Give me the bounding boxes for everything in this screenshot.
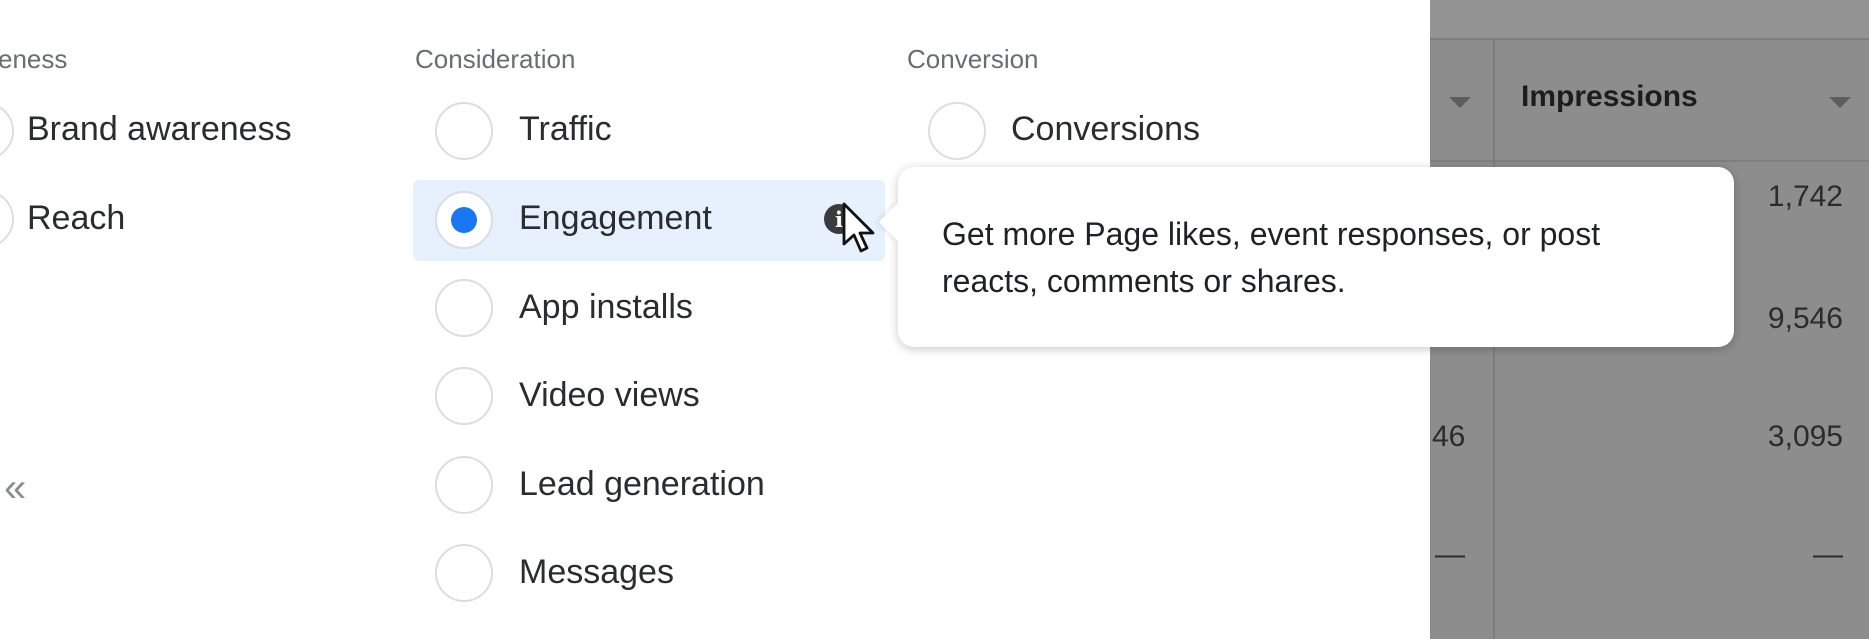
video-views-label[interactable]: Video views: [519, 376, 700, 415]
impressions-cell: 3,095: [1767, 420, 1843, 453]
awareness-category-title: eness: [0, 44, 68, 74]
engagement-radio[interactable]: [435, 191, 493, 249]
lead-generation-radio[interactable]: [435, 456, 493, 514]
consideration-category-title: Consideration: [415, 44, 576, 74]
impressions-cell: 1,742: [1767, 180, 1843, 213]
conversions-label[interactable]: Conversions: [1011, 110, 1200, 149]
app-installs-label[interactable]: App installs: [519, 288, 693, 327]
conversion-category-title: Conversion: [907, 44, 1039, 74]
messages-label[interactable]: Messages: [519, 553, 674, 592]
column-sort-dropdown-icon: [1449, 97, 1471, 108]
engagement-label[interactable]: Engagement: [519, 199, 712, 238]
brand-awareness-radio[interactable]: [0, 102, 14, 160]
reach-label[interactable]: Reach: [27, 199, 125, 238]
reach-radio[interactable]: [0, 190, 14, 248]
messages-radio[interactable]: [435, 544, 493, 602]
previous-column-cell: —: [1435, 538, 1465, 571]
impressions-cell: 9,546: [1767, 302, 1843, 335]
impressions-column-header: Impressions: [1521, 80, 1698, 113]
previous-column-cell: 46: [1432, 420, 1466, 453]
impressions-cell: —: [1813, 538, 1843, 571]
table-toolbar: [1430, 0, 1869, 40]
lead-generation-label[interactable]: Lead generation: [519, 465, 765, 504]
mouse-cursor-icon: [842, 202, 875, 253]
impressions-sort-dropdown-icon: [1829, 97, 1851, 108]
brand-awareness-label[interactable]: Brand awareness: [27, 110, 292, 149]
conversions-radio[interactable]: [928, 102, 986, 160]
traffic-radio[interactable]: [435, 102, 493, 160]
chevron-double-left-icon[interactable]: «: [4, 466, 26, 511]
tooltip-text: Get more Page likes, event responses, or…: [942, 216, 1601, 299]
app-installs-radio[interactable]: [435, 279, 493, 337]
traffic-label[interactable]: Traffic: [519, 110, 612, 149]
objective-description-tooltip: Get more Page likes, event responses, or…: [898, 167, 1734, 347]
video-views-radio[interactable]: [435, 367, 493, 425]
